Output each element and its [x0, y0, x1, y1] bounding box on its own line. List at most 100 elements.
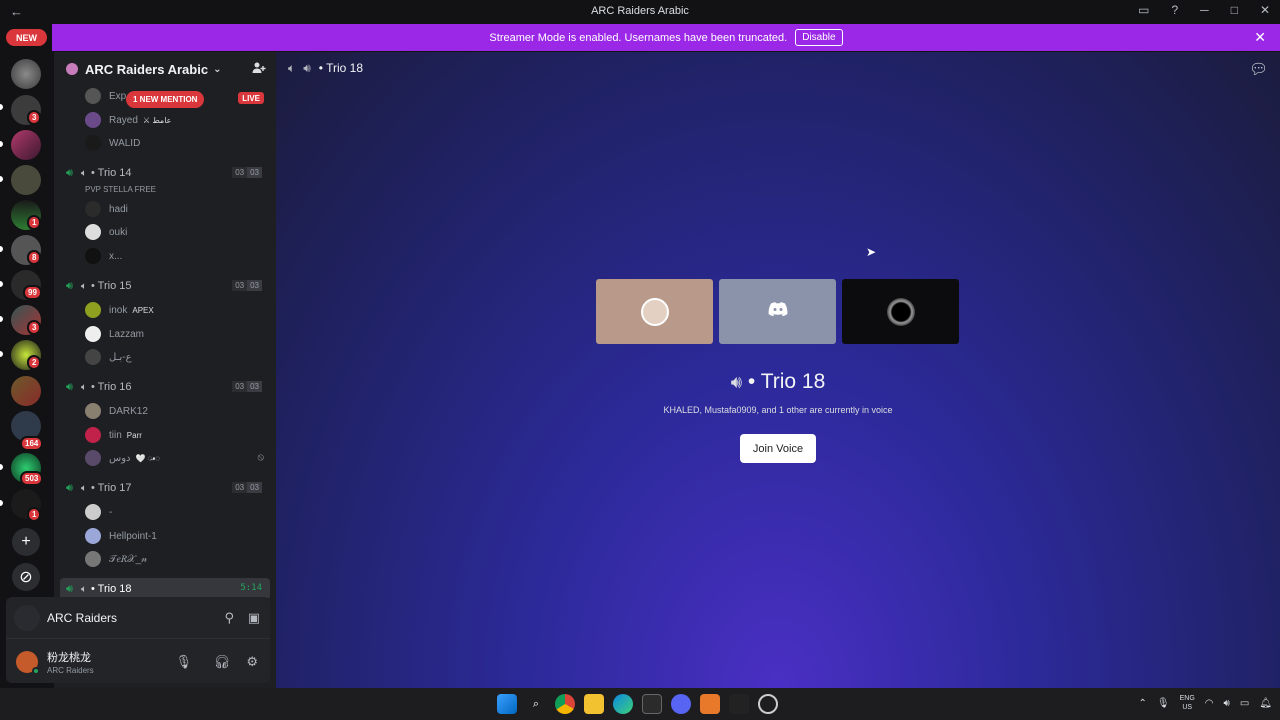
member-tag: ⚔ عامط	[142, 115, 172, 125]
voice-members-summary: KHALED, Mustafa0909, and 1 other are cur…	[663, 405, 893, 415]
headphones-icon[interactable]: 🎧︎	[213, 654, 230, 670]
server-icon[interactable]	[11, 130, 41, 160]
speaker-icon: 🔊︎	[303, 60, 311, 75]
list-item[interactable]: ع-بـل	[85, 347, 132, 367]
folder-icon[interactable]	[584, 694, 604, 714]
voice-channel-trio-16[interactable]: 🔊︎ 🔈︎ • Trio 16 03 03	[60, 376, 270, 398]
unread-pip	[0, 104, 3, 110]
member-name: tiin	[109, 429, 122, 441]
list-item[interactable]: tiin Parr	[85, 425, 142, 445]
member-tag: 🤍 ◌̶•◌	[135, 453, 161, 463]
mic-icon[interactable]: 🎙︎	[1157, 698, 1170, 709]
muted-mic-icon: ⦸	[257, 452, 264, 463]
list-item[interactable]: 𝒯𝑒𝑅𝒳_𝓃	[85, 549, 147, 569]
disable-button[interactable]: Disable	[795, 29, 843, 46]
member-name: 𝒯𝑒𝑅𝒳_𝓃	[109, 553, 148, 565]
list-item[interactable]: x...	[85, 246, 122, 266]
list-item[interactable]: Rayed ⚔ عامط	[85, 110, 171, 130]
activity-server-name: ARC Raiders	[47, 610, 118, 625]
unread-pip	[0, 281, 3, 287]
explore-icon[interactable]: ⊘	[12, 563, 40, 591]
notification-icon[interactable]: 🔔︎	[1259, 698, 1272, 709]
close-icon[interactable]: ✕	[1254, 29, 1266, 46]
app-icon[interactable]	[729, 694, 749, 714]
channel-name: • Trio 14	[90, 167, 132, 179]
windows-start-icon[interactable]	[497, 694, 517, 714]
list-item[interactable]: ouki	[85, 222, 127, 242]
list-item[interactable]: Lazzam	[85, 324, 144, 344]
member-name: دوس	[109, 452, 131, 464]
avatar	[85, 112, 101, 128]
mention-badge: 1	[27, 215, 42, 230]
unread-pip	[0, 464, 3, 470]
avatar	[85, 302, 101, 318]
new-badge[interactable]: NEW	[6, 29, 47, 46]
voice-channel-trio-15[interactable]: 🔊︎ 🔈︎ • Trio 15 03 03	[60, 275, 270, 297]
chrome-icon[interactable]	[555, 694, 575, 714]
voice-lock-icon: 🔊︎	[66, 582, 73, 595]
screen-share-icon[interactable]: ▭	[1138, 3, 1149, 17]
list-item[interactable]: -	[85, 502, 112, 522]
server-badge-icon	[66, 63, 78, 75]
join-voice-button[interactable]: Join Voice	[740, 434, 816, 463]
server-icon[interactable]	[11, 376, 41, 406]
discord-icon[interactable]	[671, 694, 691, 714]
search-icon[interactable]: ⌕	[526, 694, 546, 714]
avatar[interactable]	[16, 651, 40, 675]
unread-pip	[0, 246, 3, 252]
add-server-button[interactable]: +	[12, 528, 40, 556]
invite-people-icon[interactable]	[252, 61, 266, 78]
voice-channel-trio-18[interactable]: 🔊︎ 🔈︎ • Trio 18 5:14	[60, 578, 270, 598]
new-mention-pill[interactable]: 1 NEW MENTION	[126, 91, 205, 108]
store-icon[interactable]	[642, 694, 662, 714]
chat-icon[interactable]: 💬︎	[1249, 60, 1268, 78]
list-item[interactable]: hadi	[85, 199, 128, 219]
channel-header: 🔈︎ 🔊︎ • Trio 18 💬︎	[276, 52, 1280, 84]
minimize-button[interactable]: ─	[1200, 3, 1209, 17]
maximize-button[interactable]: □	[1231, 3, 1238, 17]
username: 粉龙桃龙	[47, 652, 91, 664]
server-icon[interactable]	[11, 165, 41, 195]
list-item[interactable]: inok APEX	[85, 300, 154, 320]
app-icon[interactable]	[758, 694, 778, 714]
user-status: ARC Raiders	[47, 666, 94, 675]
wifi-icon[interactable]: ◠	[1205, 698, 1214, 709]
speaker-icon: 🔊︎	[730, 372, 743, 392]
volume-icon[interactable]: 🔊︎	[1224, 698, 1230, 709]
channel-sidebar: ARC Raiders Arabic ⌄ Exp 1 NEW MENTION L…	[54, 52, 276, 688]
list-item[interactable]: DARK12	[85, 401, 148, 421]
battery-icon[interactable]: ▭	[1240, 698, 1249, 709]
mic-icon[interactable]: 🎙︎	[175, 654, 192, 670]
server-header[interactable]: ARC Raiders Arabic ⌄	[54, 52, 276, 86]
invite-icon[interactable]: ⚲	[224, 610, 234, 626]
channel-name: • Trio 15	[90, 280, 132, 292]
list-item[interactable]: Exp	[85, 86, 126, 106]
list-item[interactable]: دوس 🤍 ◌̶•◌	[85, 448, 160, 468]
voice-channel-trio-14[interactable]: 🔊︎ 🔈︎ • Trio 14 03 03	[60, 162, 270, 184]
language-indicator[interactable]: ENG US	[1180, 694, 1195, 712]
avatar	[85, 248, 101, 264]
unread-pip	[0, 351, 3, 357]
banner-text: Streamer Mode is enabled. Usernames have…	[489, 31, 788, 44]
voice-channel-trio-17[interactable]: 🔊︎ 🔈︎ • Trio 17 03 03	[60, 477, 270, 499]
screen-share-icon[interactable]: ▣	[248, 610, 260, 626]
taskbar-apps: ⌕	[497, 694, 778, 714]
voice-lock-icon: 🔊︎	[66, 380, 73, 393]
channel-name: • Trio 18	[90, 583, 132, 595]
user-count: 03 03	[232, 381, 262, 392]
edge-icon[interactable]	[613, 694, 633, 714]
channel-name: • Trio 17	[90, 482, 132, 494]
close-window-button[interactable]: ✕	[1260, 3, 1270, 17]
list-item[interactable]: WALID	[85, 133, 140, 153]
list-item[interactable]: Hellpoint-1	[85, 526, 157, 546]
chevron-up-icon[interactable]: ⌃	[1139, 698, 1147, 709]
member-name: -	[109, 506, 113, 518]
server-activity-row[interactable]: ARC Raiders ⚲ ▣	[6, 597, 270, 639]
game-launcher-icon[interactable]	[700, 694, 720, 714]
gear-icon[interactable]: ⚙	[246, 654, 258, 670]
help-icon[interactable]: ?	[1171, 3, 1178, 17]
participant-tile[interactable]	[596, 279, 713, 344]
participant-tile[interactable]	[719, 279, 836, 344]
server-icon[interactable]	[11, 59, 41, 89]
participant-tile[interactable]	[842, 279, 959, 344]
